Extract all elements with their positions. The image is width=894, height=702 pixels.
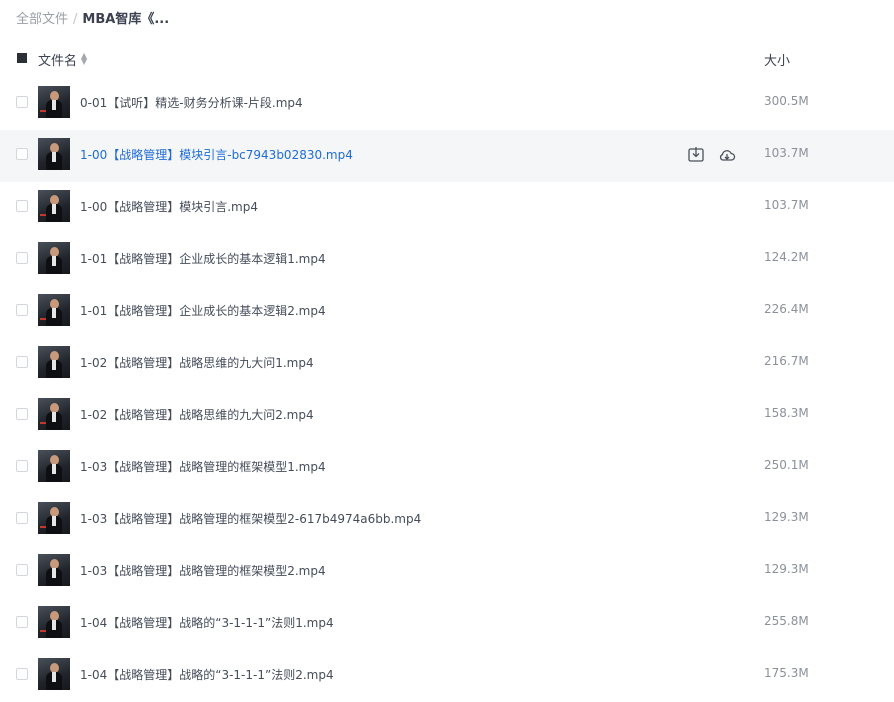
file-row[interactable]: 1-01【战略管理】企业成长的基本逻辑2.mp4 226.4M — [0, 286, 894, 338]
select-all-checkbox[interactable] — [17, 53, 27, 63]
video-thumbnail[interactable] — [38, 554, 70, 586]
file-size: 124.2M — [764, 250, 809, 264]
file-row[interactable]: 1-04【战略管理】战略的“3-1-1-1”法则1.mp4 255.8M — [0, 598, 894, 650]
file-row[interactable]: 1-02【战略管理】战略思维的九大问1.mp4 216.7M — [0, 338, 894, 390]
video-thumbnail[interactable] — [38, 294, 70, 326]
cloud-save-icon[interactable] — [718, 146, 736, 164]
file-name[interactable]: 1-01【战略管理】企业成长的基本逻辑1.mp4 — [80, 250, 326, 267]
file-size: 129.3M — [764, 510, 809, 524]
file-name[interactable]: 1-03【战略管理】战略管理的框架模型2-617b4974a6bb.mp4 — [80, 510, 421, 527]
file-row[interactable]: 0-01【试听】精选-财务分析课-片段.mp4 300.5M — [0, 78, 894, 130]
file-row[interactable]: 1-01【战略管理】企业成长的基本逻辑1.mp4 124.2M — [0, 234, 894, 286]
file-size: 129.3M — [764, 562, 809, 576]
file-checkbox[interactable] — [16, 616, 28, 628]
file-list-header: 文件名 ▲ ▼ 大小 — [0, 44, 894, 72]
file-size: 226.4M — [764, 302, 809, 316]
file-row[interactable]: 1-03【战略管理】战略管理的框架模型1.mp4 250.1M — [0, 442, 894, 494]
sort-icon[interactable]: ▲ ▼ — [81, 52, 87, 66]
file-size: 103.7M — [764, 146, 809, 160]
column-header-name[interactable]: 文件名 ▲ ▼ — [38, 50, 87, 70]
file-row[interactable]: 1-03【战略管理】战略管理的框架模型2.mp4 129.3M — [0, 546, 894, 598]
file-name[interactable]: 1-03【战略管理】战略管理的框架模型2.mp4 — [80, 562, 326, 579]
file-row[interactable]: 1-03【战略管理】战略管理的框架模型2-617b4974a6bb.mp4 129… — [0, 494, 894, 546]
file-checkbox[interactable] — [16, 564, 28, 576]
column-header-size: 大小 — [764, 54, 791, 69]
file-checkbox[interactable] — [16, 304, 28, 316]
file-name[interactable]: 1-02【战略管理】战略思维的九大问1.mp4 — [80, 354, 314, 371]
file-size: 255.8M — [764, 614, 809, 628]
file-checkbox[interactable] — [16, 512, 28, 524]
download-icon[interactable] — [687, 146, 705, 164]
video-thumbnail[interactable] — [38, 242, 70, 274]
file-size: 300.5M — [764, 94, 809, 108]
file-name[interactable]: 1-00【战略管理】模块引言-bc7943b02830.mp4 — [80, 146, 353, 163]
file-name[interactable]: 1-02【战略管理】战略思维的九大问2.mp4 — [80, 406, 314, 423]
video-thumbnail[interactable] — [38, 606, 70, 638]
file-name[interactable]: 1-03【战略管理】战略管理的框架模型1.mp4 — [80, 458, 326, 475]
file-row[interactable]: 1-00【战略管理】模块引言.mp4 103.7M — [0, 182, 894, 234]
video-thumbnail[interactable] — [38, 502, 70, 534]
video-thumbnail[interactable] — [38, 658, 70, 690]
file-size: 250.1M — [764, 458, 809, 472]
breadcrumb: 全部文件 / MBA智库《... — [16, 8, 169, 28]
video-thumbnail[interactable] — [38, 398, 70, 430]
breadcrumb-current-folder: MBA智库《... — [82, 12, 170, 27]
column-header-name-label: 文件名 — [38, 54, 78, 69]
file-size: 158.3M — [764, 406, 809, 420]
video-thumbnail[interactable] — [38, 138, 70, 170]
file-checkbox[interactable] — [16, 200, 28, 212]
file-name[interactable]: 0-01【试听】精选-财务分析课-片段.mp4 — [80, 94, 303, 111]
file-checkbox[interactable] — [16, 408, 28, 420]
file-row[interactable]: 1-02【战略管理】战略思维的九大问2.mp4 158.3M — [0, 390, 894, 442]
breadcrumb-root-link[interactable]: 全部文件 — [16, 12, 68, 27]
video-thumbnail[interactable] — [38, 450, 70, 482]
file-checkbox[interactable] — [16, 96, 28, 108]
file-checkbox[interactable] — [16, 252, 28, 264]
file-checkbox[interactable] — [16, 668, 28, 680]
file-checkbox[interactable] — [16, 356, 28, 368]
file-checkbox[interactable] — [16, 460, 28, 472]
file-checkbox[interactable] — [16, 148, 28, 160]
file-size: 216.7M — [764, 354, 809, 368]
file-name[interactable]: 1-00【战略管理】模块引言.mp4 — [80, 198, 258, 215]
file-list: 0-01【试听】精选-财务分析课-片段.mp4 300.5M 1-00【战略管理】模… — [0, 78, 894, 702]
file-name[interactable]: 1-04【战略管理】战略的“3-1-1-1”法则1.mp4 — [80, 614, 334, 631]
file-row[interactable]: 1-00【战略管理】模块引言-bc7943b02830.mp4 103.7M — [0, 130, 894, 182]
video-thumbnail[interactable] — [38, 86, 70, 118]
file-size: 103.7M — [764, 198, 809, 212]
file-name[interactable]: 1-04【战略管理】战略的“3-1-1-1”法则2.mp4 — [80, 666, 334, 683]
video-thumbnail[interactable] — [38, 190, 70, 222]
breadcrumb-separator: / — [73, 12, 78, 27]
file-size: 175.3M — [764, 666, 809, 680]
video-thumbnail[interactable] — [38, 346, 70, 378]
file-row[interactable]: 1-04【战略管理】战略的“3-1-1-1”法则2.mp4 175.3M — [0, 650, 894, 702]
file-name[interactable]: 1-01【战略管理】企业成长的基本逻辑2.mp4 — [80, 302, 326, 319]
